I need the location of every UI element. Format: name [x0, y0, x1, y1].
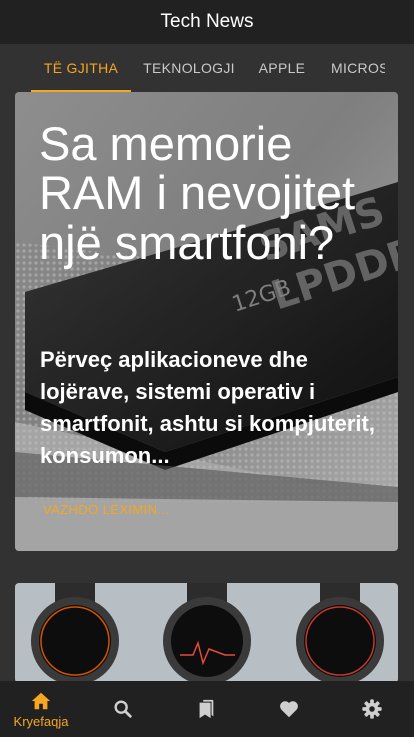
app-screen: Tech News TË GJITHA TEKNOLOGJI APPLE MIC… [0, 0, 414, 737]
bookmarks-icon [199, 699, 214, 719]
article-card[interactable]: SAMS LPDDR 12GB Sa memorie RAM i nevojit… [15, 92, 398, 551]
app-title: Tech News [160, 11, 254, 32]
home-icon [31, 692, 51, 709]
heart-icon [280, 701, 298, 718]
gear-icon [362, 699, 382, 719]
bottom-navigation: Kryefaqja [0, 681, 414, 737]
article-excerpt: Përveç aplikacioneve dhe lojërave, siste… [40, 347, 375, 468]
nav-favorites[interactable] [248, 681, 330, 737]
nav-home-label: Kryefaqja [13, 713, 69, 729]
tab-apple[interactable]: APPLE [250, 44, 314, 92]
category-tabs: TË GJITHA TEKNOLOGJI APPLE MICROS [0, 44, 414, 92]
read-more-link[interactable]: VAZHDO LEXIMIN... [43, 502, 169, 517]
article-image [15, 583, 398, 683]
tab-te-gjitha[interactable]: TË GJITHA [31, 44, 131, 92]
nav-bookmarks[interactable] [165, 681, 247, 737]
nav-home[interactable]: Kryefaqja [0, 681, 82, 737]
tab-teknologji[interactable]: TEKNOLOGJI [135, 44, 243, 92]
article-title[interactable]: Sa memorie RAM i nevojitet një smartfoni… [39, 119, 384, 267]
app-bar: Tech News [0, 0, 414, 44]
tab-microsoft[interactable]: MICROS [323, 44, 385, 92]
article-card[interactable] [15, 583, 398, 683]
nav-settings[interactable] [331, 681, 413, 737]
nav-search[interactable] [82, 681, 164, 737]
search-icon [114, 700, 132, 718]
